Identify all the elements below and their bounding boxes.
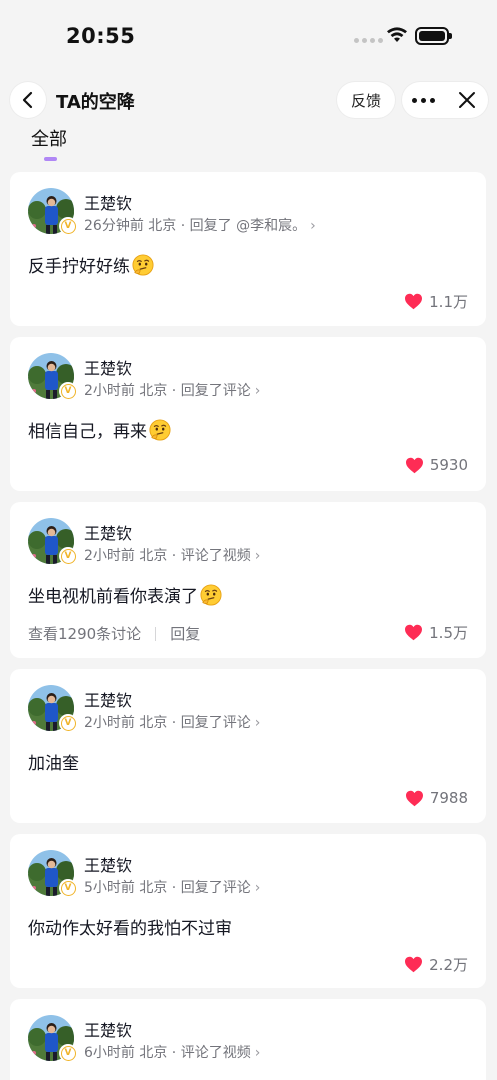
verified-badge-icon: V: [59, 217, 77, 235]
comment-meta[interactable]: 5小时前 北京 · 回复了评论 ›: [84, 877, 260, 897]
chevron-right-icon: ›: [254, 880, 261, 896]
verified-badge-icon: V: [59, 547, 77, 565]
comment-card[interactable]: V 王楚钦 2小时前 北京 · 评论了视频 › 坐电视机前看你表演了 查看1290…: [10, 502, 486, 658]
comment-text: 相信自己，再来: [28, 417, 171, 442]
comment-text: 反手拧好好练: [28, 252, 154, 277]
more-button[interactable]: [402, 82, 445, 118]
mini-program-capsule: [402, 82, 488, 118]
tab-all[interactable]: 全部: [31, 125, 67, 151]
username[interactable]: 王楚钦: [84, 687, 132, 711]
thinking-face-emoji-icon: [132, 254, 154, 276]
comment-meta[interactable]: 2小时前 北京 · 评论了视频 ›: [84, 545, 260, 565]
wifi-icon: [387, 27, 407, 42]
comment-card[interactable]: V 王楚钦 5小时前 北京 · 回复了评论 › 你动作太好看的我怕不过审 2.2万: [10, 834, 486, 988]
username[interactable]: 王楚钦: [84, 1017, 132, 1041]
close-icon: [458, 92, 475, 108]
comment-card[interactable]: V 王楚钦 2小时前 北京 · 回复了评论 › 相信自己，再来 5930: [10, 337, 486, 491]
chevron-right-icon: ›: [254, 715, 261, 731]
like-count: 1.1万: [429, 293, 468, 311]
chevron-right-icon: ›: [254, 383, 261, 399]
comment-card[interactable]: V 王楚钦 26分钟前 北京 · 回复了 @李和宸。 › 反手拧好好练 1.1万: [10, 172, 486, 326]
heart-icon: [404, 624, 423, 641]
page-title: TA的空降: [56, 92, 135, 113]
discussion-row: 查看1290条讨论 回复: [28, 623, 200, 644]
verified-badge-icon: V: [59, 879, 77, 897]
comment-text: 你动作太好看的我怕不过审: [28, 919, 232, 939]
verified-badge-icon: V: [59, 1044, 77, 1062]
divider: [155, 626, 157, 641]
feedback-button[interactable]: 反馈: [337, 82, 395, 118]
like-button[interactable]: 2.2万: [404, 954, 468, 975]
verified-badge-icon: V: [59, 382, 77, 400]
verified-badge-icon: V: [59, 714, 77, 732]
comment-meta[interactable]: 26分钟前 北京 · 回复了 @李和宸。 ›: [84, 215, 316, 235]
back-button[interactable]: [10, 82, 46, 118]
like-button[interactable]: 5930: [405, 456, 468, 474]
tab-indicator: [44, 157, 57, 161]
heart-icon: [404, 956, 423, 973]
heart-icon: [405, 790, 424, 807]
view-discussion-link[interactable]: 查看1290条讨论: [28, 623, 141, 644]
reply-button[interactable]: 回复: [170, 623, 200, 644]
comment-meta[interactable]: 6小时前 北京 · 评论了视频 ›: [84, 1042, 260, 1062]
comment-card[interactable]: V 王楚钦 6小时前 北京 · 评论了视频 ›: [10, 999, 486, 1080]
like-button[interactable]: 1.1万: [404, 291, 468, 312]
comment-meta[interactable]: 2小时前 北京 · 回复了评论 ›: [84, 712, 260, 732]
like-count: 7988: [429, 789, 468, 807]
thinking-face-emoji-icon: [149, 419, 171, 441]
username[interactable]: 王楚钦: [84, 520, 132, 544]
comment-text: 加油奎: [28, 754, 79, 774]
like-button[interactable]: 1.5万: [404, 622, 468, 643]
close-button[interactable]: [445, 82, 488, 118]
username[interactable]: 王楚钦: [84, 355, 132, 379]
signal-icon: [354, 38, 383, 43]
like-count: 1.5万: [429, 624, 468, 642]
like-button[interactable]: 7988: [405, 789, 468, 807]
comment-meta[interactable]: 2小时前 北京 · 回复了评论 ›: [84, 380, 260, 400]
chevron-right-icon: ›: [254, 1045, 261, 1061]
username[interactable]: 王楚钦: [84, 190, 132, 214]
nav-bar: TA的空降 反馈: [0, 80, 497, 120]
chevron-right-icon: ›: [310, 218, 316, 234]
chevron-left-icon: [22, 91, 33, 109]
heart-icon: [405, 457, 424, 474]
like-count: 2.2万: [429, 956, 468, 974]
chevron-right-icon: ›: [254, 548, 261, 564]
comment-text: 坐电视机前看你表演了: [28, 582, 222, 607]
status-bar: 20:55: [0, 0, 497, 72]
battery-icon: [415, 27, 452, 45]
thinking-face-emoji-icon: [200, 584, 222, 606]
username[interactable]: 王楚钦: [84, 852, 132, 876]
comment-card[interactable]: V 王楚钦 2小时前 北京 · 回复了评论 › 加油奎 7988: [10, 669, 486, 823]
like-count: 5930: [429, 456, 468, 474]
status-time: 20:55: [66, 24, 136, 48]
heart-icon: [404, 293, 423, 310]
